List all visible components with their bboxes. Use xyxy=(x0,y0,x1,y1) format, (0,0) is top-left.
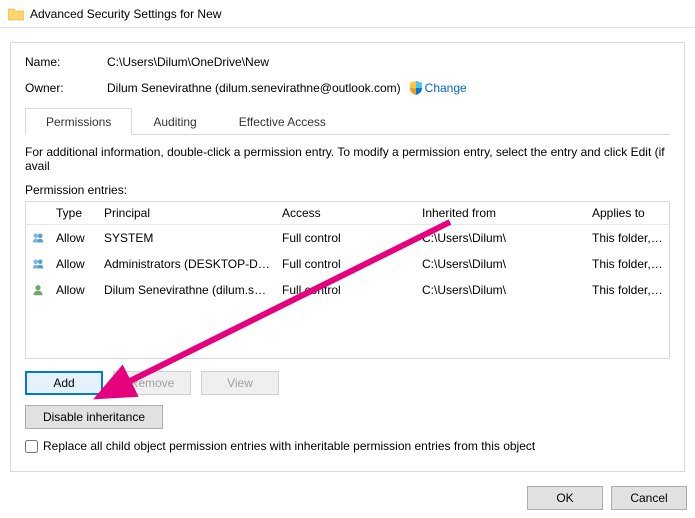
ok-button[interactable]: OK xyxy=(527,486,603,510)
shield-icon xyxy=(409,81,423,95)
table-row[interactable]: AllowDilum Senevirathne (dilum.se...Full… xyxy=(26,277,669,303)
table-row[interactable]: AllowAdministrators (DESKTOP-DUI...Full … xyxy=(26,251,669,277)
disable-inheritance-button[interactable]: Disable inheritance xyxy=(25,405,163,429)
replace-children-checkbox[interactable] xyxy=(25,440,38,453)
permission-entries-label: Permission entries: xyxy=(25,183,670,197)
cell-principal: SYSTEM xyxy=(98,227,276,249)
cell-applies: This folder, subfolders an xyxy=(586,227,669,249)
users-icon xyxy=(32,256,44,272)
replace-children-label[interactable]: Replace all child object permission entr… xyxy=(43,439,535,453)
tab-effective-access[interactable]: Effective Access xyxy=(218,108,347,135)
col-inherited-header[interactable]: Inherited from xyxy=(416,202,586,224)
change-owner-link[interactable]: Change xyxy=(425,81,467,95)
tab-auditing[interactable]: Auditing xyxy=(132,108,217,135)
table-row[interactable]: AllowSYSTEMFull controlC:\Users\Dilum\Th… xyxy=(26,225,669,251)
table-header: Type Principal Access Inherited from App… xyxy=(26,202,669,225)
permission-table: Type Principal Access Inherited from App… xyxy=(25,201,670,359)
cell-applies: This folder, subfolders an xyxy=(586,253,669,275)
owner-label: Owner: xyxy=(25,81,107,95)
col-principal-header[interactable]: Principal xyxy=(98,202,276,224)
col-access-header[interactable]: Access xyxy=(276,202,416,224)
owner-row: Owner: Dilum Senevirathne (dilum.senevir… xyxy=(25,81,670,95)
cell-applies: This folder, subfolders an xyxy=(586,279,669,301)
col-type-header[interactable]: Type xyxy=(50,202,98,224)
cell-inherited: C:\Users\Dilum\ xyxy=(416,227,586,249)
window-title: Advanced Security Settings for New xyxy=(30,7,221,21)
folder-icon xyxy=(8,7,24,21)
cancel-button[interactable]: Cancel xyxy=(611,486,687,510)
dialog-footer: OK Cancel xyxy=(527,486,687,510)
remove-button: Remove xyxy=(113,371,191,395)
cell-principal: Dilum Senevirathne (dilum.se... xyxy=(98,279,276,301)
title-bar: Advanced Security Settings for New xyxy=(0,0,695,28)
col-icon-header[interactable] xyxy=(26,202,50,224)
name-label: Name: xyxy=(25,55,107,69)
view-button: View xyxy=(201,371,279,395)
tabs: Permissions Auditing Effective Access xyxy=(25,107,670,135)
cell-type: Allow xyxy=(50,227,98,249)
name-row: Name: C:\Users\Dilum\OneDrive\New xyxy=(25,55,670,69)
col-applies-header[interactable]: Applies to xyxy=(586,202,669,224)
users-icon xyxy=(32,230,44,246)
cell-type: Allow xyxy=(50,279,98,301)
main-panel: Name: C:\Users\Dilum\OneDrive\New Owner:… xyxy=(10,42,685,472)
cell-inherited: C:\Users\Dilum\ xyxy=(416,279,586,301)
name-value: C:\Users\Dilum\OneDrive\New xyxy=(107,55,269,69)
owner-value: Dilum Senevirathne (dilum.senevirathne@o… xyxy=(107,81,401,95)
cell-access: Full control xyxy=(276,227,416,249)
add-button[interactable]: Add xyxy=(25,371,103,395)
cell-access: Full control xyxy=(276,279,416,301)
user-icon xyxy=(32,282,44,298)
cell-type: Allow xyxy=(50,253,98,275)
info-text: For additional information, double-click… xyxy=(25,145,670,173)
button-row: Add Remove View xyxy=(25,371,670,395)
tab-permissions[interactable]: Permissions xyxy=(25,108,132,135)
cell-inherited: C:\Users\Dilum\ xyxy=(416,253,586,275)
replace-checkbox-row: Replace all child object permission entr… xyxy=(25,439,670,453)
cell-access: Full control xyxy=(276,253,416,275)
cell-principal: Administrators (DESKTOP-DUI... xyxy=(98,253,276,275)
